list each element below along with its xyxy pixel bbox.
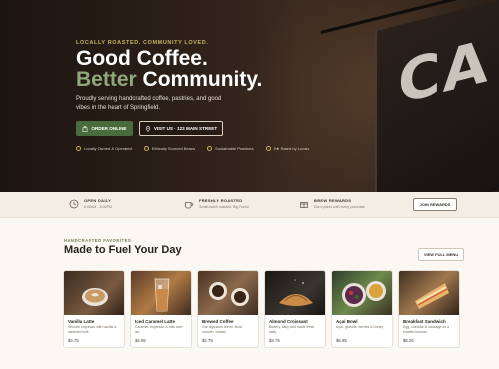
info-rewards: BREW REWARDS Earn points with every purc… bbox=[298, 198, 365, 209]
product-card-acai-bowl[interactable]: Açaí Bowl Açaí, granola, berries & honey… bbox=[331, 270, 393, 348]
view-full-menu-button[interactable]: VIEW FULL MENU bbox=[418, 248, 464, 261]
info-hours: OPEN DAILY 6:00AM - 8:00PM bbox=[68, 198, 112, 209]
product-image bbox=[399, 271, 459, 315]
product-price: $6.25 bbox=[403, 338, 414, 343]
product-desc: Caramel, espresso & milk over ice bbox=[135, 325, 183, 334]
product-image bbox=[332, 271, 392, 315]
hero-features: Locally Owned & Operated Ethically Sourc… bbox=[76, 146, 309, 151]
visit-us-label: VISIT US · 123 MAIN STREET bbox=[153, 126, 218, 131]
feature-label: Ethically Sourced Beans bbox=[151, 146, 196, 151]
info-rewards-subtitle: Earn points with every purchase bbox=[314, 205, 366, 209]
home-icon bbox=[76, 146, 81, 151]
product-desc: Açaí, granola, berries & honey bbox=[336, 325, 384, 329]
product-price: $4.75 bbox=[68, 338, 79, 343]
product-image bbox=[131, 271, 191, 315]
info-rewards-title: BREW REWARDS bbox=[314, 198, 352, 203]
feature-item: Ethically Sourced Beans bbox=[143, 146, 196, 151]
product-image bbox=[198, 271, 258, 315]
product-name: Brewed Coffee bbox=[202, 319, 234, 324]
coffee-cup-icon bbox=[183, 198, 194, 209]
product-image bbox=[265, 271, 325, 315]
hero-title-line1: Good Coffee. bbox=[76, 47, 208, 70]
feature-label: Sustainable Practices bbox=[215, 146, 254, 151]
product-price: $2.75 bbox=[202, 338, 213, 343]
product-price: $4.95 bbox=[135, 338, 146, 343]
product-cards: Vanilla Latte Smooth espresso with vanil… bbox=[63, 270, 460, 348]
info-roast-subtitle: Small-batch roasted, Big Flavor bbox=[199, 205, 250, 209]
product-card-brewed-coffee[interactable]: Brewed Coffee Our signature blend. Bold,… bbox=[197, 270, 259, 348]
star-icon bbox=[265, 146, 271, 151]
hero-title-rest: Community. bbox=[136, 68, 263, 91]
product-card-breakfast-sandwich[interactable]: Breakfast Sandwich Egg, cheddar & sausag… bbox=[398, 270, 460, 348]
gift-icon bbox=[298, 198, 309, 209]
favorites-title: Made to Fuel Your Day bbox=[64, 244, 182, 256]
feature-item: Locally Owned & Operated bbox=[76, 146, 132, 151]
product-image bbox=[64, 271, 124, 315]
product-price: $3.75 bbox=[269, 338, 280, 343]
product-price: $6.95 bbox=[336, 338, 347, 343]
product-name: Iced Caramel Latte bbox=[135, 319, 176, 324]
product-card-vanilla-latte[interactable]: Vanilla Latte Smooth espresso with vanil… bbox=[63, 270, 125, 348]
product-name: Breakfast Sandwich bbox=[403, 319, 446, 324]
hero-eyebrow: LOCALLY ROASTED. COMMUNITY LOVED. bbox=[76, 40, 209, 46]
product-name: Açaí Bowl bbox=[336, 319, 358, 324]
map-pin-icon bbox=[145, 125, 150, 132]
product-card-almond-croissant[interactable]: Almond Croissant Buttery, flaky and made… bbox=[264, 270, 326, 348]
bag-icon bbox=[82, 125, 88, 132]
info-roast: FRESHLY ROASTED Small-batch roasted, Big… bbox=[183, 198, 249, 209]
order-online-button[interactable]: ORDER ONLINE bbox=[76, 121, 133, 136]
leaf-icon bbox=[143, 146, 149, 151]
feature-item: 5★ Rated by Locals bbox=[265, 146, 310, 151]
product-desc: Our signature blend. Bold, smooth, class… bbox=[202, 325, 243, 334]
info-roast-title: FRESHLY ROASTED bbox=[199, 198, 243, 203]
join-rewards-button[interactable]: JOIN REWARDS bbox=[413, 198, 457, 211]
recycle-icon bbox=[207, 146, 213, 151]
order-online-label: ORDER ONLINE bbox=[91, 126, 127, 131]
product-desc: Egg, cheddar & sausage on a toasted brio… bbox=[403, 325, 450, 334]
hero-title-line2: Better Community. bbox=[76, 69, 262, 91]
product-desc: Smooth espresso with vanilla & steamed m… bbox=[68, 325, 117, 334]
info-hours-title: OPEN DAILY bbox=[84, 198, 112, 203]
info-hours-subtitle: 6:00AM - 8:00PM bbox=[84, 205, 112, 209]
hero-lead: Proudly serving handcrafted coffee, past… bbox=[76, 96, 222, 111]
product-desc: Buttery, flaky and made fresh daily bbox=[269, 325, 315, 334]
hero-title-accent: Better bbox=[76, 68, 137, 91]
clock-icon bbox=[68, 198, 79, 209]
feature-label: 5★ Rated by Locals bbox=[273, 146, 310, 151]
product-name: Almond Croissant bbox=[269, 319, 308, 324]
visit-us-button[interactable]: VISIT US · 123 MAIN STREET bbox=[139, 121, 223, 136]
feature-item: Sustainable Practices bbox=[207, 146, 254, 151]
feature-label: Locally Owned & Operated bbox=[84, 146, 132, 151]
favorites-eyebrow: HANDCRAFTED FAVORITES bbox=[64, 238, 132, 243]
product-card-iced-caramel-latte[interactable]: Iced Caramel Latte Caramel, espresso & m… bbox=[130, 270, 192, 348]
product-name: Vanilla Latte bbox=[68, 319, 95, 324]
hero-section: CA LOCALLY ROASTED. COMMUNITY LOVED. Goo… bbox=[0, 0, 499, 192]
